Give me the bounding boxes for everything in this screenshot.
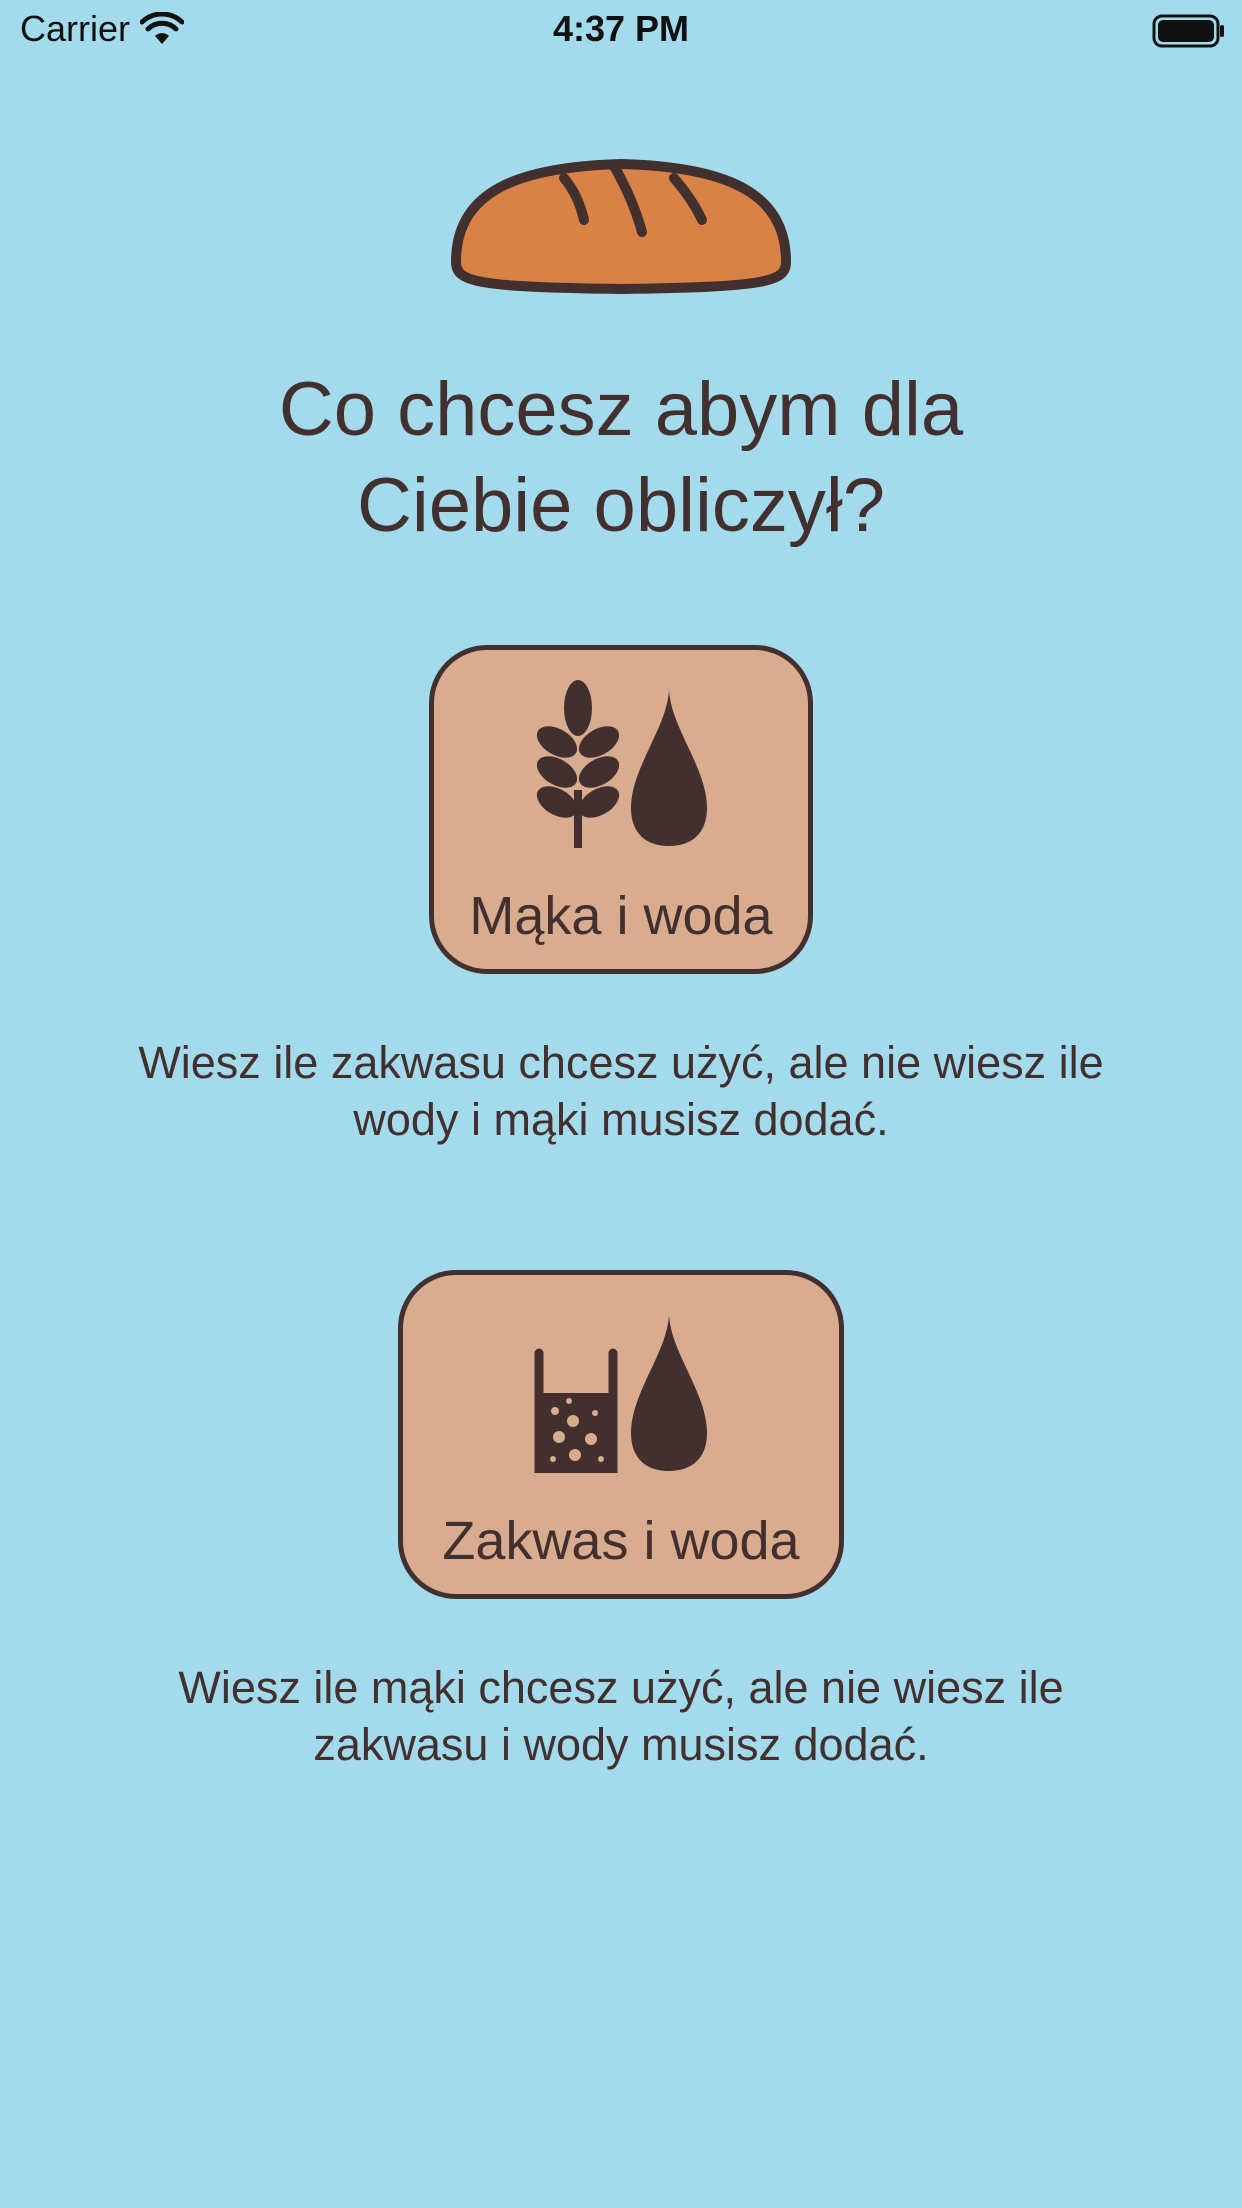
sourdough-water-label: Zakwas i woda xyxy=(442,1511,800,1571)
flour-water-icons xyxy=(434,678,808,848)
water-drop-icon xyxy=(631,690,707,846)
battery-icon xyxy=(1152,14,1224,48)
description-line: zakwasu i wody musisz dodać. xyxy=(313,1719,929,1770)
flour-water-description: Wiesz ile zakwasu chcesz użyć, ale nie w… xyxy=(60,1034,1182,1148)
wheat-icon xyxy=(536,680,620,848)
description-line: Wiesz ile mąki chcesz użyć, ale nie wies… xyxy=(178,1662,1064,1713)
description-line: Wiesz ile zakwasu chcesz użyć, ale nie w… xyxy=(138,1037,1104,1088)
title-line-1: Co chcesz abym dla xyxy=(278,367,964,452)
status-bar: Carrier 4:37 PM xyxy=(0,0,1242,60)
sourdough-water-button[interactable]: Zakwas i woda xyxy=(398,1270,844,1599)
status-time: 4:37 PM xyxy=(552,8,690,49)
page-title: Co chcesz abym dla Ciebie obliczył? xyxy=(0,362,1242,554)
flour-water-label: Mąka i woda xyxy=(469,886,773,946)
title-line-2: Ciebie obliczył? xyxy=(356,463,886,548)
water-drop-icon xyxy=(631,1315,707,1471)
sourdough-water-icons xyxy=(403,1303,839,1473)
flour-water-button[interactable]: Mąka i woda xyxy=(429,645,813,974)
sourdough-jar-icon xyxy=(534,1348,618,1473)
bread-loaf-icon xyxy=(451,159,791,294)
sourdough-water-description: Wiesz ile mąki chcesz użyć, ale nie wies… xyxy=(60,1659,1182,1773)
description-line: wody i mąki musisz dodać. xyxy=(353,1094,889,1145)
